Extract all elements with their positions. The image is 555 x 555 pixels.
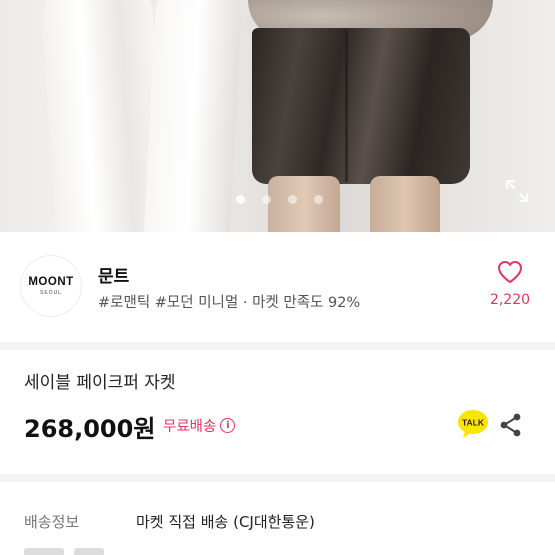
section-divider — [0, 342, 555, 350]
talk-label: TALK — [462, 418, 485, 428]
section-divider — [0, 474, 555, 482]
photo-skirt-seam — [345, 30, 348, 182]
like-count: 2,220 — [489, 292, 531, 308]
photo-legs-right — [370, 176, 440, 232]
gallery-dot[interactable] — [314, 195, 323, 204]
heart-icon[interactable] — [497, 260, 523, 284]
share-icon[interactable] — [498, 412, 524, 438]
shop-tags: #로맨틱 #모던 미니멀 · 마켓 만족도 92% — [98, 295, 361, 311]
info-icon[interactable]: i — [220, 418, 236, 433]
shop-logo-subtext: SEOUL — [40, 290, 62, 296]
shipping-info-label: 배송정보 — [24, 513, 80, 531]
free-shipping-badge[interactable]: 무료배송 i — [163, 415, 236, 436]
shop-name[interactable]: 문트 — [98, 262, 129, 287]
gallery-dot[interactable] — [262, 195, 271, 204]
photo-leather-skirt — [252, 28, 470, 184]
photo-legs-left — [268, 176, 340, 232]
kakao-talk-icon[interactable]: TALK — [457, 409, 489, 439]
shop-logo-text: MOONT — [28, 276, 74, 288]
partial-text-block — [24, 548, 64, 555]
free-shipping-label: 무료배송 — [163, 419, 217, 435]
photo-white-pants-right — [143, 0, 243, 232]
shipping-info-value: 마켓 직접 배송 (CJ대한통운) — [136, 513, 315, 531]
shop-avatar[interactable]: MOONT SEOUL — [20, 255, 82, 317]
expand-icon[interactable] — [504, 178, 530, 204]
product-price: 268,000원 — [24, 415, 156, 443]
partial-text-block — [74, 548, 104, 555]
gallery-dot[interactable] — [288, 195, 297, 204]
product-title: 세이블 페이크퍼 자켓 — [24, 373, 176, 393]
gallery-dot[interactable] — [236, 195, 245, 204]
gallery-page-indicator — [236, 195, 323, 204]
seller-info-row[interactable]: MOONT SEOUL 문트 #로맨틱 #모던 미니멀 · 마켓 만족도 92%… — [0, 232, 555, 342]
next-row-partial — [24, 548, 154, 555]
product-image-gallery[interactable] — [0, 0, 555, 232]
